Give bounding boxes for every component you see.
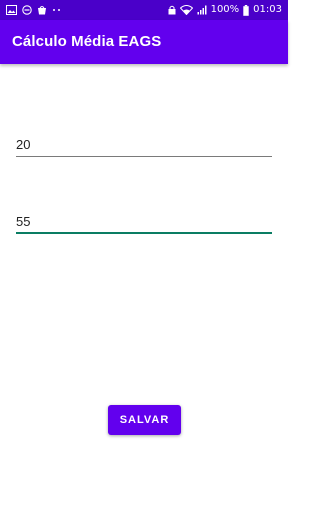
wifi-icon [179, 5, 193, 15]
first-grade-input[interactable] [16, 133, 272, 157]
battery-level: 100% [210, 4, 240, 15]
more-dots-icon [52, 7, 62, 13]
status-time: 01:03 [253, 4, 282, 15]
status-bar: 100% 01:03 [0, 0, 288, 20]
minus-circle-icon [22, 5, 32, 15]
image-icon [6, 5, 17, 15]
app-bar: Cálculo Média EAGS [0, 20, 288, 64]
second-grade-input[interactable] [16, 210, 272, 234]
status-bar-right: 100% 01:03 [168, 3, 282, 17]
signal-icon [197, 5, 207, 15]
app-title: Cálculo Média EAGS [12, 33, 162, 50]
save-button[interactable]: SALVAR [108, 405, 181, 435]
bag-icon [37, 5, 47, 15]
lock-icon [168, 5, 176, 15]
status-bar-left [6, 3, 62, 17]
battery-icon [243, 4, 249, 16]
